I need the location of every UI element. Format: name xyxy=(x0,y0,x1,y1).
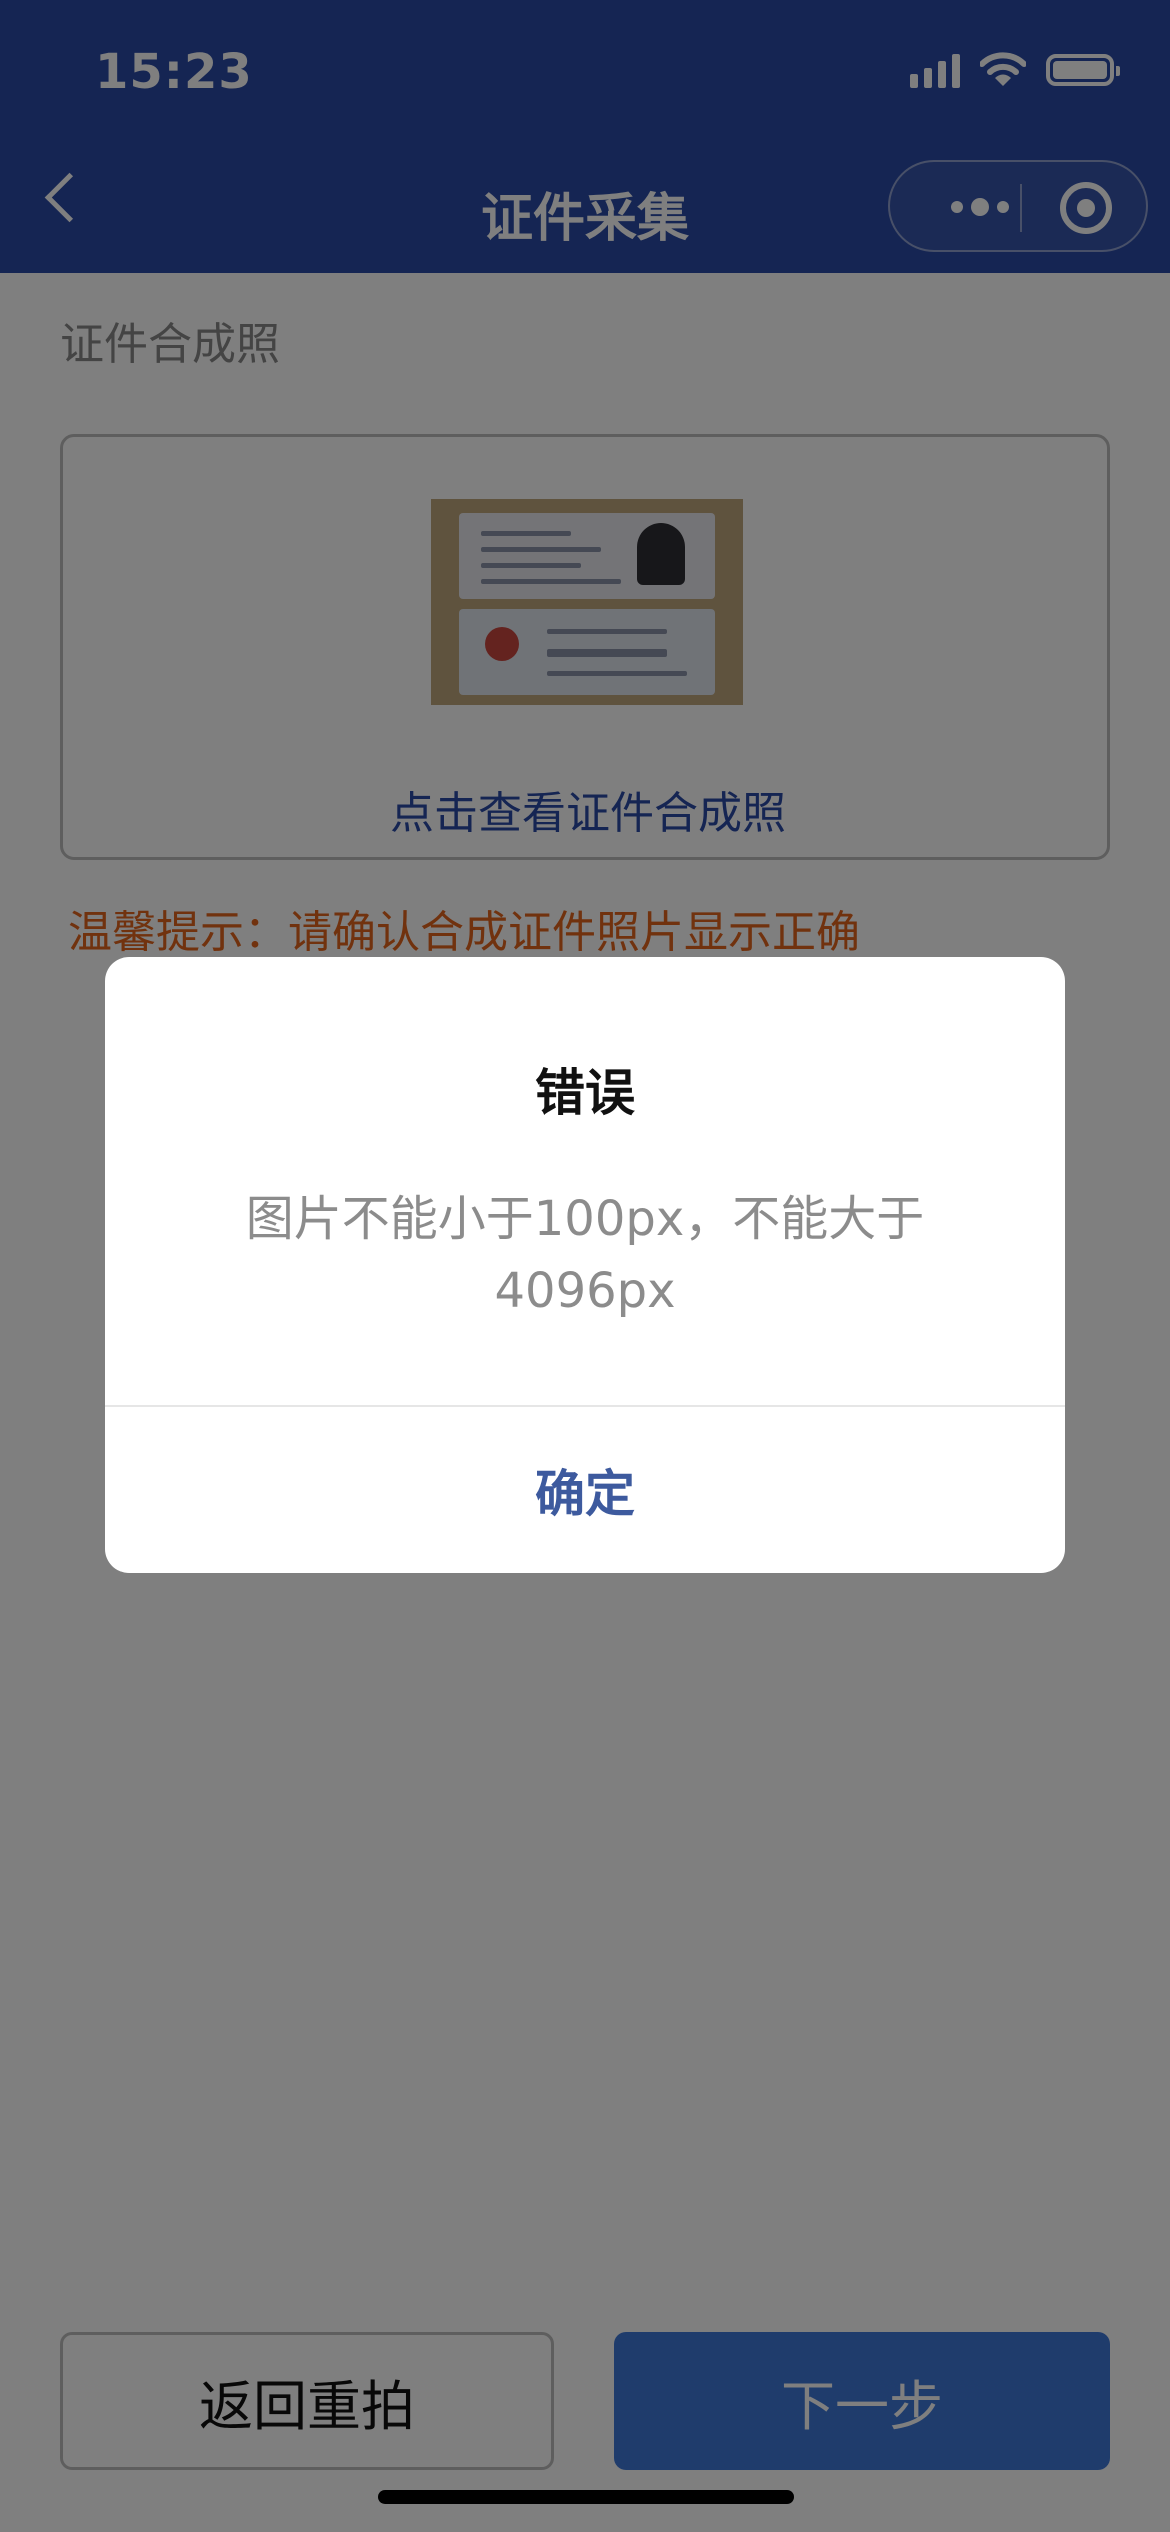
confirm-button[interactable]: 确定 xyxy=(105,1407,1065,1573)
error-dialog: 错误 图片不能小于100px，不能大于4096px 确定 xyxy=(105,957,1065,1573)
dialog-message: 图片不能小于100px，不能大于4096px xyxy=(245,1191,925,1319)
dialog-title: 错误 xyxy=(535,1064,635,1122)
home-indicator xyxy=(378,2490,794,2504)
